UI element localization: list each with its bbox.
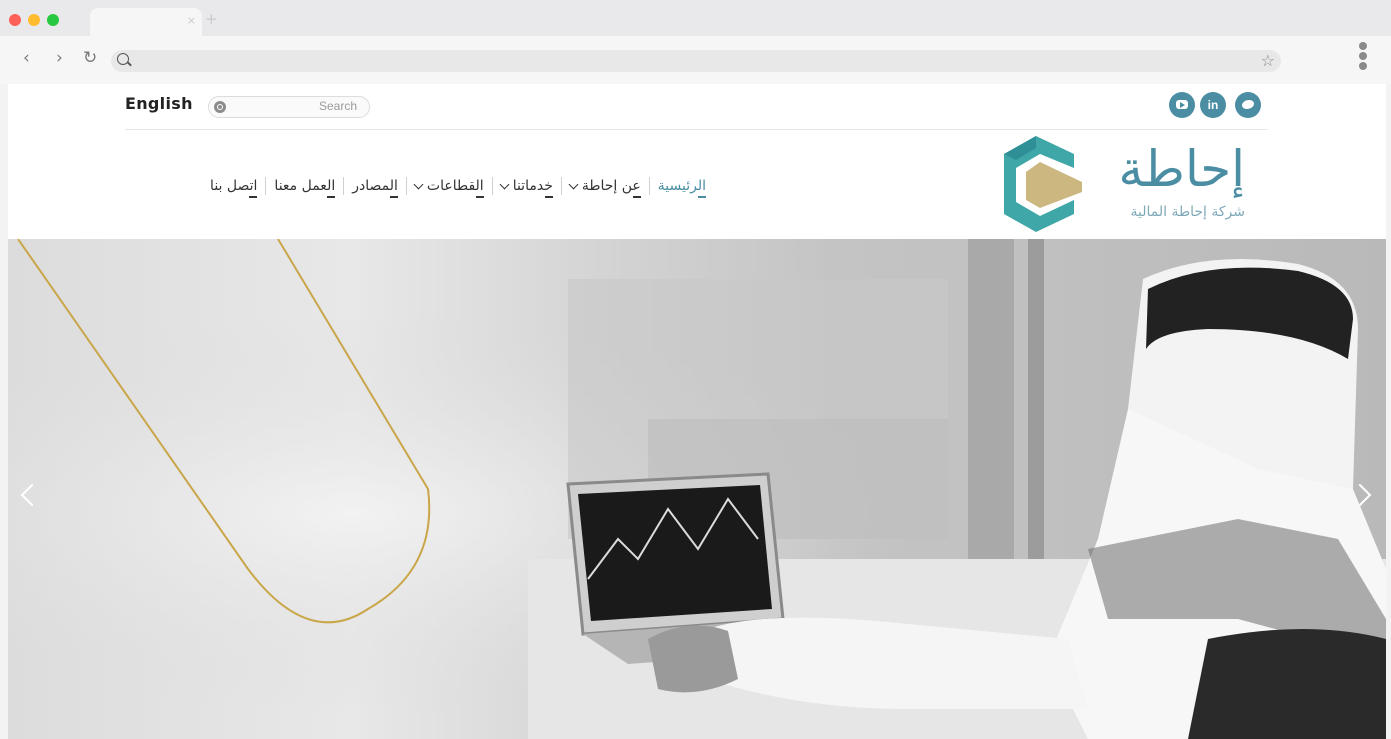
search-icon [117, 53, 129, 65]
menu-dot [1359, 52, 1367, 60]
search-input[interactable] [233, 98, 357, 114]
nav-item-3[interactable]: القطاعات [407, 178, 492, 198]
menu-dot [1359, 42, 1367, 50]
nav-item-1[interactable]: عن إحاطة [562, 178, 649, 198]
menu-dot [1359, 62, 1367, 70]
close-window-button[interactable] [9, 14, 21, 26]
language-switch-link[interactable]: English [125, 94, 193, 113]
youtube-icon[interactable] [1169, 92, 1195, 118]
maximize-window-button[interactable] [47, 14, 59, 26]
tab-close-icon[interactable]: × [187, 14, 196, 27]
nav-underline [389, 196, 398, 198]
logo-mark-icon [1004, 136, 1082, 232]
tab-strip: × + [0, 0, 1391, 36]
nav-item-label: خدماتنا [512, 178, 553, 194]
browser-toolbar: ‹ › ↻ ☆ [0, 36, 1391, 84]
nav-underline [327, 196, 336, 198]
page-viewport: English in الرئيسية عن إحاطة خدماتنا القطاع… [8, 84, 1386, 739]
nav-item-label: الرئيسية [657, 178, 706, 194]
nav-underline [249, 196, 258, 198]
nav-item-label: المصادر [352, 178, 398, 194]
hero-image [8, 239, 1386, 739]
address-bar[interactable]: ☆ [111, 50, 1281, 72]
nav-item-5[interactable]: العمل معنا [266, 178, 343, 198]
forward-button[interactable]: › [56, 48, 63, 68]
header-divider [125, 129, 1268, 130]
nav-item-2[interactable]: خدماتنا [493, 178, 561, 198]
twitter-icon[interactable] [1235, 92, 1261, 118]
site-logo[interactable]: إحاطة شركة إحاطة المالية [996, 134, 1261, 234]
nav-item-label: اتصل بنا [210, 178, 258, 194]
main-navigation: الرئيسية عن إحاطة خدماتنا القطاعات المصادر ال… [202, 174, 714, 198]
nav-item-label: القطاعات [426, 178, 484, 194]
nav-underline [475, 196, 484, 198]
search-icon[interactable] [214, 101, 226, 113]
chevron-down-icon [499, 179, 510, 189]
new-tab-button[interactable]: + [205, 10, 218, 28]
chevron-down-icon [413, 179, 424, 189]
logo-wordmark: إحاطة [1118, 140, 1245, 198]
browser-window: × + ‹ › ↻ ☆ English in الرئيسية عن إحاطة خ… [0, 0, 1391, 739]
site-search[interactable] [208, 96, 370, 118]
back-button[interactable]: ‹ [23, 48, 30, 68]
reload-button[interactable]: ↻ [83, 48, 97, 68]
minimize-window-button[interactable] [28, 14, 40, 26]
nav-item-4[interactable]: المصادر [344, 178, 406, 198]
nav-underline [698, 196, 706, 198]
linkedin-icon[interactable]: in [1200, 92, 1226, 118]
nav-item-6[interactable]: اتصل بنا [202, 178, 265, 198]
hero-slider [8, 239, 1386, 739]
logo-subtitle: شركة إحاطة المالية [1130, 204, 1246, 220]
nav-item-label: العمل معنا [274, 178, 336, 194]
bookmark-star-icon[interactable]: ☆ [1261, 51, 1275, 70]
nav-item-label: عن إحاطة [581, 178, 641, 194]
browser-menu-button[interactable] [1359, 42, 1369, 72]
browser-tab[interactable]: × [90, 8, 202, 36]
chevron-down-icon [568, 179, 579, 189]
nav-underline [544, 196, 553, 198]
nav-underline [632, 196, 641, 198]
nav-item-0[interactable]: الرئيسية [650, 178, 714, 198]
